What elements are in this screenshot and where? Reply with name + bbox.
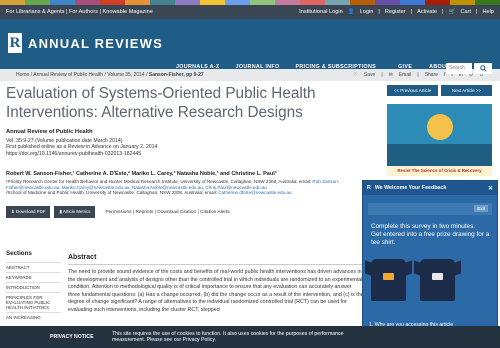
site-logo[interactable]: R ANNUAL REVIEWS bbox=[8, 33, 163, 53]
breadcrumb-volume[interactable]: Volume 35, 2014 bbox=[107, 72, 145, 78]
article-header: Evaluation of Systems-Oriented Public He… bbox=[6, 82, 361, 218]
ad-caption: Resist The Science of Crisis & Recovery bbox=[387, 166, 492, 176]
search-input[interactable]: Search bbox=[446, 63, 472, 74]
activate-link[interactable]: Activate bbox=[417, 9, 437, 15]
stripe-segment bbox=[25, 0, 50, 5]
save-button[interactable]: Save bbox=[364, 72, 375, 78]
tee-shirt-back bbox=[420, 259, 455, 301]
stripe-segment bbox=[375, 0, 400, 5]
stripe-segment bbox=[50, 0, 75, 5]
stripe-segment bbox=[300, 0, 325, 5]
survey-title: We Welcome Your Feedback bbox=[374, 185, 447, 191]
section-increasing[interactable]: AN INCREASING bbox=[6, 312, 61, 322]
stripe-segment bbox=[350, 0, 375, 5]
stripe-segment bbox=[325, 0, 350, 5]
survey-line-2: Get entered into a free prize drawing fo… bbox=[371, 231, 490, 246]
email-button[interactable]: Email bbox=[399, 72, 412, 78]
abstract-section: Abstract The need to provide sound evide… bbox=[68, 254, 364, 315]
color-stripe bbox=[0, 0, 500, 5]
stripe-segment bbox=[200, 0, 225, 5]
search-icon bbox=[479, 65, 487, 72]
login-link[interactable]: Login bbox=[360, 9, 374, 15]
privacy-message[interactable]: This site requires the use of cookies to… bbox=[112, 331, 500, 344]
register-link[interactable]: Register bbox=[385, 9, 406, 15]
survey-logo-icon: R bbox=[367, 185, 371, 191]
main-nav: JOURNALS A-Z JOURNAL INFO PRICING & SUBS… bbox=[176, 64, 450, 70]
page-title: Evaluation of Systems-Oriented Public He… bbox=[6, 85, 316, 121]
section-keywords[interactable]: KEYWORDS bbox=[6, 272, 61, 282]
author-list[interactable]: Robert W. Sanson-Fisher,¹ Catherine A. D… bbox=[6, 171, 361, 177]
stripe-segment bbox=[150, 0, 175, 5]
audience-links[interactable]: For Librarians & Agents | For Authors | … bbox=[6, 9, 299, 15]
breadcrumb-home[interactable]: Home bbox=[16, 72, 29, 78]
tee-shirt-front bbox=[371, 259, 406, 301]
survey-exit-button[interactable]: Exit bbox=[474, 205, 488, 212]
sections-nav: Sections ABSTRACT KEYWORDS INTRODUCTION … bbox=[6, 250, 61, 322]
privacy-notice-bar: PRIVACY NOTICE This site requires the us… bbox=[0, 326, 500, 348]
stripe-segment bbox=[75, 0, 100, 5]
stripe-segment bbox=[450, 0, 475, 5]
section-introduction[interactable]: INTRODUCTION bbox=[6, 282, 61, 292]
journal-name[interactable]: Annual Review of Public Health bbox=[6, 129, 361, 135]
nav-journals-a-z[interactable]: JOURNALS A-Z bbox=[176, 64, 220, 70]
stripe-segment bbox=[275, 0, 300, 5]
breadcrumb-article: Sanson-Fisher, pp 9-27 bbox=[148, 72, 204, 78]
close-icon[interactable]: ✕ bbox=[488, 185, 493, 192]
next-article-button[interactable]: Next Article >> bbox=[441, 85, 492, 96]
cart-icon: 🛒 bbox=[448, 9, 456, 15]
stripe-segment bbox=[125, 0, 150, 5]
right-column: << Previous Article Next Article >> Resi… bbox=[387, 82, 492, 176]
logo-icon: R bbox=[8, 33, 22, 53]
stripe-segment bbox=[225, 0, 250, 5]
survey-line-1: Complete this survey in two minutes. bbox=[371, 223, 476, 230]
site-header: R ANNUAL REVIEWS JOURNALS A-Z JOURNAL IN… bbox=[0, 19, 500, 74]
stripe-segment bbox=[475, 0, 500, 5]
nav-give[interactable]: GIVE bbox=[398, 64, 412, 70]
cart-link[interactable]: Cart bbox=[460, 9, 471, 15]
breadcrumb-journal[interactable]: Annual Review of Public Health bbox=[33, 72, 103, 78]
section-principles[interactable]: PRINCIPLES FOR EVALUATING PUBLIC HEALTH … bbox=[6, 292, 61, 312]
nav-pricing[interactable]: PRICING & SUBSCRIPTIONS bbox=[295, 64, 376, 70]
help-link[interactable]: Help bbox=[482, 9, 494, 15]
save-icon: ♡ bbox=[353, 72, 358, 78]
search-button[interactable] bbox=[474, 63, 492, 74]
abstract-text: The need to provide sound evidence of th… bbox=[68, 269, 364, 313]
stripe-segment bbox=[425, 0, 450, 5]
brand-name: ANNUAL REVIEWS bbox=[28, 35, 164, 51]
advertisement-banner[interactable]: Resist The Science of Crisis & Recovery bbox=[387, 104, 492, 176]
stripe-segment bbox=[100, 0, 125, 5]
doi-link[interactable]: https://doi.org/10.1146/annurev-publheal… bbox=[6, 151, 361, 157]
previous-article-button[interactable]: << Previous Article bbox=[387, 85, 438, 96]
section-abstract[interactable]: ABSTRACT bbox=[6, 262, 61, 272]
institutional-login-link[interactable]: Institutional Login bbox=[299, 9, 343, 15]
stripe-segment bbox=[0, 0, 25, 5]
user-icon: 👤 bbox=[347, 9, 355, 15]
stripe-segment bbox=[175, 0, 200, 5]
author-email[interactable]: Catherine.dEste@newcastle.edu.au bbox=[218, 190, 291, 195]
feedback-survey-popup: R We Welcome Your Feedback ✕ Exit Comple… bbox=[362, 180, 498, 338]
article-tools-links[interactable]: Permissions | Reprints | Download Citati… bbox=[105, 210, 229, 215]
stripe-segment bbox=[250, 0, 275, 5]
affiliations: ¹Priority Research Center for Health Beh… bbox=[6, 179, 340, 196]
stripe-segment bbox=[400, 0, 425, 5]
abstract-heading: Abstract bbox=[68, 254, 364, 265]
utility-bar: For Librarians & Agents | For Authors | … bbox=[0, 5, 500, 19]
download-pdf-button[interactable]: ⬇ Download PDF bbox=[6, 206, 51, 218]
sections-heading: Sections bbox=[6, 250, 32, 257]
article-metrics-button[interactable]: ▮ Article Metrics bbox=[54, 206, 96, 218]
privacy-title: PRIVACY NOTICE bbox=[50, 334, 94, 340]
share-button[interactable]: Share bbox=[425, 72, 438, 78]
breadcrumb: Home / Annual Review of Public Health / … bbox=[0, 69, 500, 81]
email-icon: ✉ bbox=[388, 72, 393, 78]
nav-journal-info[interactable]: JOURNAL INFO bbox=[236, 64, 280, 70]
tee-shirt-images bbox=[371, 259, 455, 301]
